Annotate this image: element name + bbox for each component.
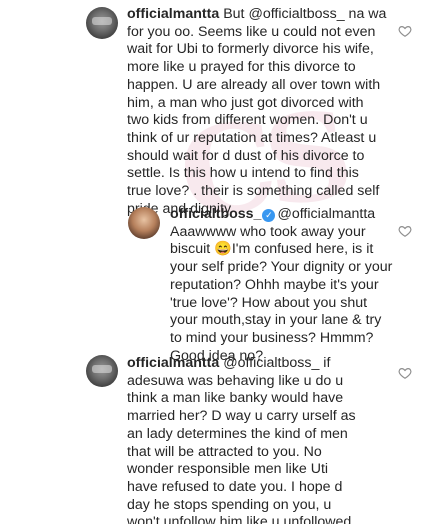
comment-username[interactable]: officialmantta <box>127 6 219 22</box>
avatar[interactable] <box>86 355 118 387</box>
comment-text: officialmantta But @officialtboss_ na wa… <box>127 6 407 218</box>
comment-first-text: if <box>319 355 331 371</box>
avatar[interactable] <box>128 207 160 239</box>
heart-outline-icon[interactable] <box>398 366 412 380</box>
comment-mention[interactable]: @officialtboss_ <box>248 6 344 22</box>
comment-mention[interactable]: @officialmantta <box>277 206 375 222</box>
heart-outline-icon[interactable] <box>398 24 412 38</box>
comment-text: officialtboss_ ✓ @officialmantta Aaawwww w… <box>170 206 420 365</box>
comment-mention[interactable]: @officialtboss_ <box>223 355 319 371</box>
comment-first-line: But @officialtboss_ na wa <box>223 6 387 22</box>
comment-text: officialmantta @officialtboss_ if adesuw… <box>127 355 407 524</box>
comment-username[interactable]: officialtboss_ <box>170 206 261 222</box>
avatar[interactable] <box>86 7 118 39</box>
comment-body: adesuwa was behaving like u do u think a… <box>127 372 356 524</box>
comment-username[interactable]: officialmantta <box>127 355 219 371</box>
heart-outline-icon[interactable] <box>398 224 412 238</box>
verified-badge-icon: ✓ <box>262 209 276 222</box>
comment-body: for you oo. Seems like u could not even … <box>127 23 381 217</box>
comment-first-text: na wa <box>344 6 387 22</box>
comment-body: Aaawwww who took away your biscuit 😄I'm … <box>170 223 393 364</box>
